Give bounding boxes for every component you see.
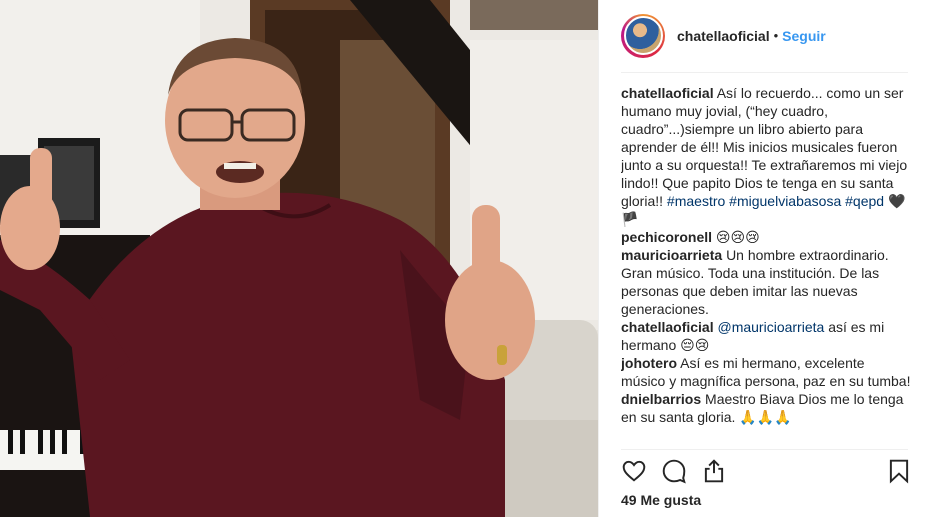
actions-divider: [621, 449, 908, 450]
comment-emoji: 😔😢: [680, 337, 710, 353]
header-divider: [621, 72, 908, 73]
post-photo: [0, 0, 598, 517]
comment-item: mauricioarrieta Un hombre extraordinario…: [621, 246, 911, 318]
comment-username[interactable]: chatellaoficial: [621, 319, 714, 335]
comment-emoji: 😢😢😢: [715, 229, 760, 245]
comments-list: chatellaoficial Así lo recuerdo... como …: [621, 84, 911, 446]
comment-username[interactable]: pechicoronell: [621, 229, 712, 245]
header-separator: •: [773, 28, 779, 43]
avatar[interactable]: [623, 16, 663, 55]
photo-illustration: [0, 0, 598, 517]
comment-username[interactable]: johotero: [621, 355, 677, 371]
comment-bubble-icon[interactable]: [661, 458, 689, 486]
avatar-story-ring[interactable]: [621, 13, 665, 58]
comment-item: pechicoronell 😢😢😢: [621, 228, 911, 246]
comment-emoji: 🙏🙏🙏: [739, 409, 792, 425]
comment-username[interactable]: dnielbarrios: [621, 391, 701, 407]
post-sidebar: chatellaoficial • Seguir chatellaoficial…: [598, 0, 925, 517]
comment-text: Así lo recuerdo... como un ser humano mu…: [621, 85, 908, 209]
header-username[interactable]: chatellaoficial: [677, 28, 770, 44]
heart-icon[interactable]: [621, 458, 649, 486]
share-icon[interactable]: [701, 458, 729, 486]
bookmark-icon[interactable]: [886, 458, 914, 486]
comment-item: dnielbarrios Maestro Biava Dios me lo te…: [621, 390, 911, 426]
post-actions: [621, 458, 916, 486]
likes-count[interactable]: 49 Me gusta: [621, 492, 701, 508]
comment-username[interactable]: chatellaoficial: [621, 85, 714, 101]
comment-caption: chatellaoficial Así lo recuerdo... como …: [621, 84, 911, 228]
comment-username[interactable]: mauricioarrieta: [621, 247, 722, 263]
hashtags[interactable]: #maestro #miguelviabasosa #qepd: [667, 193, 884, 209]
comment-item: johotero Así es mi hermano, excelente mú…: [621, 354, 911, 390]
post-header: chatellaoficial • Seguir: [599, 0, 925, 71]
comment-item: chatellaoficial @mauricioarrieta así es …: [621, 318, 911, 354]
follow-button[interactable]: Seguir: [782, 28, 826, 44]
comment-mention[interactable]: @mauricioarrieta: [717, 319, 824, 335]
